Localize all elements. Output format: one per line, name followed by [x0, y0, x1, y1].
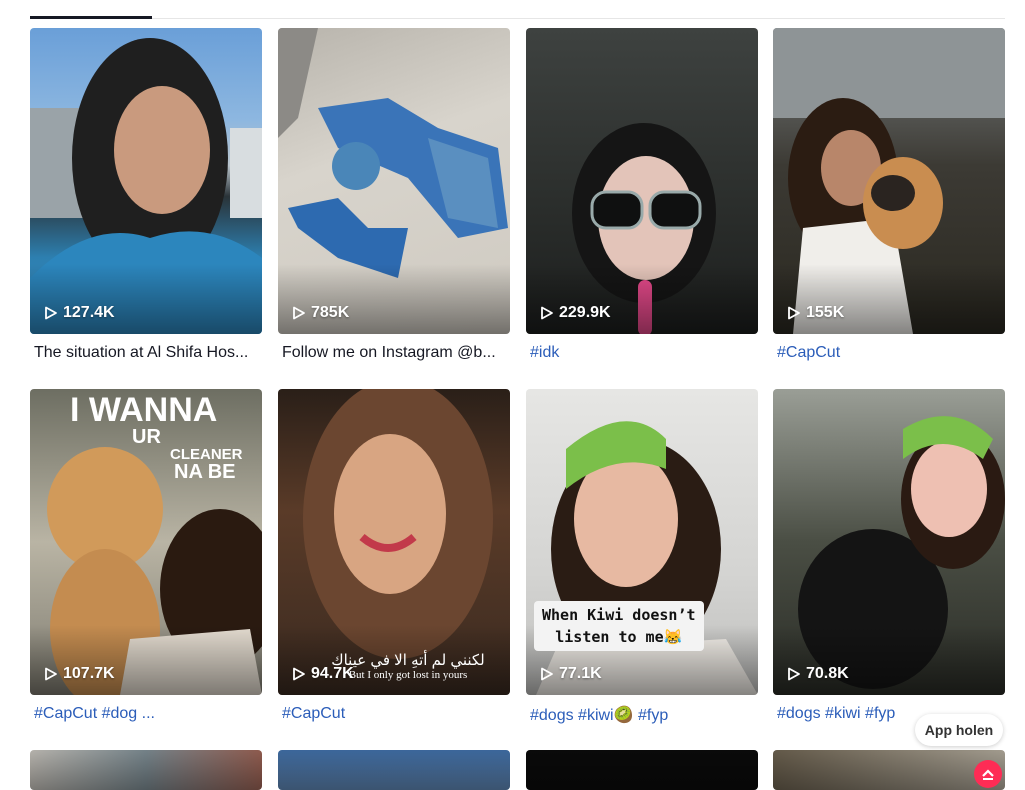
video-thumbnail[interactable]: 155K: [773, 28, 1005, 334]
overlay-line: UR: [132, 426, 161, 448]
video-thumbnail[interactable]: 229.9K: [526, 28, 758, 334]
play-icon: [45, 306, 57, 320]
overlay-line: CLEANER: [170, 446, 243, 463]
view-count: 94.7K: [292, 665, 354, 683]
video-caption[interactable]: #dogs #kiwi🥝 #fyp: [530, 705, 754, 725]
caption-text[interactable]: The situation at Al Shifa Hos...: [34, 344, 248, 361]
video-caption[interactable]: #CapCut: [777, 344, 1001, 362]
hashtag-link[interactable]: #CapCut #dog ...: [34, 705, 155, 722]
hashtag-link[interactable]: #idk: [530, 344, 559, 361]
video-thumbnail[interactable]: I WANNA UR CLEANER NA BE 107.7K: [30, 389, 262, 695]
view-count-text: 785K: [311, 304, 350, 321]
get-app-label: App holen: [924, 722, 994, 738]
arrow-up-icon: [982, 769, 994, 780]
view-count-text: 70.8K: [806, 665, 849, 682]
video-overlay-text: I WANNA UR CLEANER NA BE: [70, 393, 243, 482]
top-divider: [30, 18, 1005, 19]
video-thumbnail[interactable]: [526, 750, 758, 790]
view-count-text: 155K: [806, 304, 845, 321]
view-count-text: 107.7K: [63, 665, 115, 682]
video-thumbnail[interactable]: 127.4K: [30, 28, 262, 334]
overlay-line: I WANNA: [70, 391, 218, 429]
play-icon: [541, 306, 553, 320]
hashtag-link[interactable]: #dogs #kiwi🥝 #fyp: [530, 707, 668, 724]
video-thumbnail[interactable]: When Kiwi doesn’t listen to me😹 77.1K: [526, 389, 758, 695]
video-caption[interactable]: #CapCut #dog ...: [34, 705, 258, 723]
person-hood-illustration: [30, 38, 262, 334]
overlay-line: NA BE: [174, 461, 236, 483]
view-count: 70.8K: [787, 665, 849, 683]
sticker-line: listen to me😹: [555, 628, 683, 646]
play-icon: [541, 667, 553, 681]
view-count: 785K: [292, 304, 349, 322]
video-text-sticker: When Kiwi doesn’t listen to me😹: [534, 601, 704, 651]
view-count: 77.1K: [540, 665, 602, 683]
play-icon: [788, 667, 800, 681]
view-count-text: 77.1K: [559, 665, 602, 682]
video-caption[interactable]: #CapCut: [282, 705, 506, 723]
clothes-on-floor-illustration: [278, 28, 508, 278]
video-thumbnail[interactable]: 785K: [278, 28, 510, 334]
video-caption[interactable]: Follow me on Instagram @b...: [282, 344, 506, 362]
video-thumbnail[interactable]: لكنني لم أتهِ الا في عيناك But I only go…: [278, 389, 510, 695]
video-caption[interactable]: The situation at Al Shifa Hos...: [34, 344, 258, 362]
get-app-button[interactable]: App holen: [915, 714, 1003, 746]
person-portrait-illustration: [303, 389, 493, 659]
scroll-to-top-button[interactable]: [974, 760, 1002, 788]
hashtag-link[interactable]: #CapCut: [777, 344, 840, 361]
person-with-dog-illustration: [773, 28, 1005, 334]
view-count-text: 127.4K: [63, 304, 115, 321]
hashtag-link[interactable]: #dogs #kiwi #fyp: [777, 705, 895, 722]
play-icon: [45, 667, 57, 681]
view-count-text: 229.9K: [559, 304, 611, 321]
view-count: 107.7K: [44, 665, 115, 683]
caption-text[interactable]: Follow me on Instagram @b...: [282, 344, 496, 361]
view-count: 229.9K: [540, 304, 611, 322]
view-count-text: 94.7K: [311, 665, 354, 682]
video-thumbnail[interactable]: 70.8K: [773, 389, 1005, 695]
person-sunglasses-illustration: [572, 123, 716, 334]
video-thumbnail[interactable]: [278, 750, 510, 790]
play-icon: [293, 306, 305, 320]
active-tab-indicator: [30, 16, 152, 19]
video-thumbnail[interactable]: [773, 750, 1005, 790]
view-count: 155K: [787, 304, 844, 322]
view-count: 127.4K: [44, 304, 115, 322]
play-icon: [788, 306, 800, 320]
video-thumbnail[interactable]: [30, 750, 262, 790]
sticker-line: When Kiwi doesn’t: [542, 606, 696, 624]
video-caption[interactable]: #idk: [530, 344, 754, 362]
hashtag-link[interactable]: #CapCut: [282, 705, 345, 722]
person-with-dog-illustration: [798, 416, 1005, 689]
play-icon: [293, 667, 305, 681]
